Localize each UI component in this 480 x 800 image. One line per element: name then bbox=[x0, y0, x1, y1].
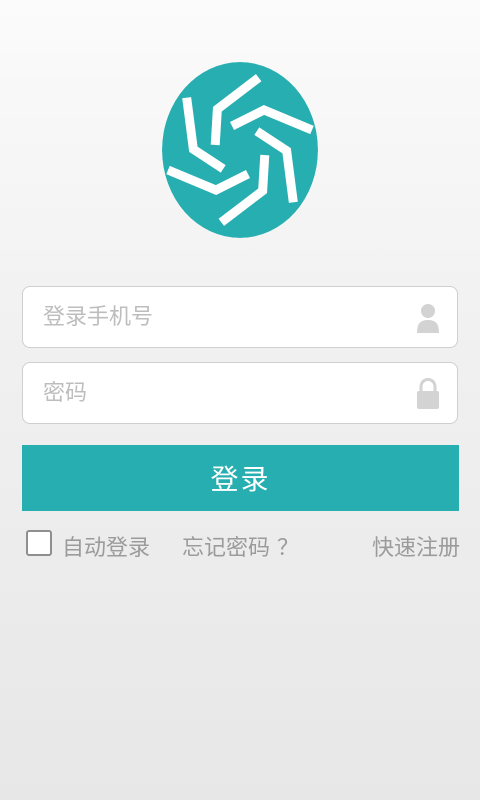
login-options-row: 自动登录 忘记密码 ？ 快速注册 bbox=[26, 528, 460, 564]
quick-register-link[interactable]: 快速注册 bbox=[372, 530, 460, 562]
user-icon bbox=[417, 304, 439, 333]
password-field[interactable] bbox=[22, 362, 458, 424]
auto-login-label[interactable]: 自动登录 bbox=[62, 530, 150, 562]
login-button[interactable]: 登录 bbox=[22, 445, 459, 511]
password-input[interactable] bbox=[43, 363, 413, 423]
phone-field[interactable] bbox=[22, 286, 458, 348]
lock-icon bbox=[417, 378, 439, 409]
auto-login-checkbox[interactable] bbox=[26, 530, 52, 556]
app-logo-icon bbox=[162, 62, 318, 238]
forgot-password-link[interactable]: 忘记密码 ？ bbox=[182, 530, 299, 562]
phone-input[interactable] bbox=[43, 287, 413, 347]
